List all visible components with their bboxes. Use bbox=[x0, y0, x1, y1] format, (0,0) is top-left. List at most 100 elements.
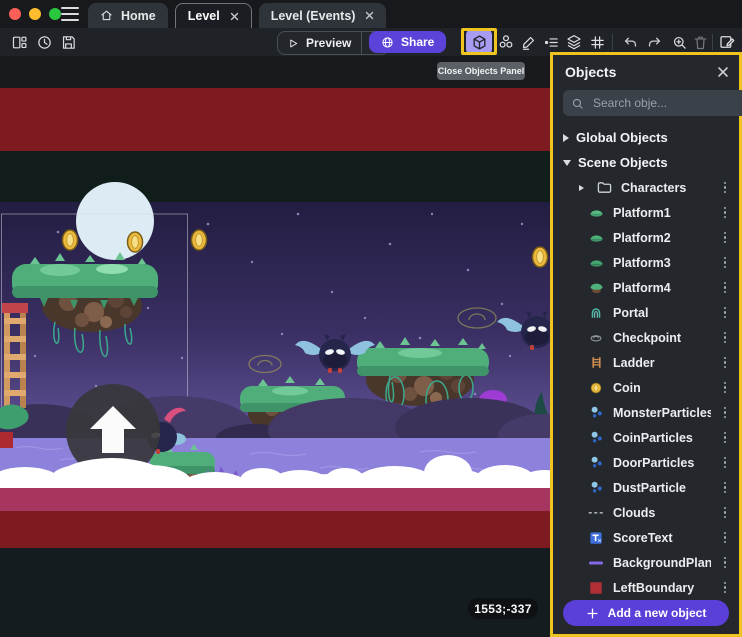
caret-collapsed-icon bbox=[563, 134, 569, 142]
object-list-item-leftboundary[interactable]: LeftBoundary bbox=[553, 575, 739, 596]
object-icon bbox=[587, 455, 605, 471]
object-list-item-monsterparticles[interactable]: MonsterParticles bbox=[553, 400, 739, 425]
layers-icon[interactable] bbox=[563, 31, 585, 53]
item-menu-icon[interactable] bbox=[719, 378, 731, 398]
search-input[interactable] bbox=[591, 95, 742, 111]
objects-panel-icon[interactable] bbox=[466, 29, 492, 55]
search-icon bbox=[571, 97, 584, 110]
item-menu-icon[interactable] bbox=[719, 453, 731, 473]
expand-caret[interactable] bbox=[579, 185, 587, 191]
history-icon[interactable] bbox=[33, 31, 55, 53]
item-menu-icon[interactable] bbox=[719, 303, 731, 323]
moon[interactable] bbox=[76, 182, 154, 260]
section-scene-objects[interactable]: Scene Objects bbox=[553, 150, 739, 175]
ladder-sprite[interactable] bbox=[2, 303, 28, 408]
tab-level-events[interactable]: Level (Events) bbox=[259, 3, 387, 28]
item-menu-icon[interactable] bbox=[719, 528, 731, 548]
top-boundary[interactable] bbox=[0, 88, 550, 151]
minimize-window-button[interactable] bbox=[29, 8, 41, 20]
tab-level[interactable]: Level bbox=[175, 3, 252, 28]
zoom-in-icon[interactable] bbox=[668, 31, 690, 53]
maximize-window-button[interactable] bbox=[49, 8, 61, 20]
search-box[interactable] bbox=[563, 90, 742, 116]
item-menu-icon[interactable] bbox=[719, 428, 731, 448]
object-icon bbox=[587, 205, 605, 221]
close-window-button[interactable] bbox=[9, 8, 21, 20]
add-new-object-button[interactable]: Add a new object bbox=[563, 600, 729, 626]
item-menu-icon[interactable] bbox=[719, 578, 731, 596]
object-icon bbox=[587, 255, 605, 271]
dark-band bbox=[0, 151, 550, 202]
scene-canvas[interactable] bbox=[0, 56, 550, 637]
object-list-item-platform1[interactable]: Platform1 bbox=[553, 200, 739, 225]
edit-scene-icon[interactable] bbox=[716, 31, 738, 53]
item-menu-icon[interactable] bbox=[719, 478, 731, 498]
object-icon bbox=[587, 530, 605, 546]
below-scene bbox=[0, 548, 550, 637]
object-icon bbox=[587, 555, 605, 571]
object-groups-icon[interactable] bbox=[495, 31, 517, 53]
object-list-item-ladder[interactable]: Ladder bbox=[553, 350, 739, 375]
item-menu-icon[interactable] bbox=[719, 278, 731, 298]
object-list-item-doorparticles[interactable]: DoorParticles bbox=[553, 450, 739, 475]
item-menu-icon[interactable] bbox=[719, 178, 731, 198]
object-icon bbox=[587, 480, 605, 496]
item-menu-icon[interactable] bbox=[719, 353, 731, 373]
object-list-item-characters[interactable]: Characters bbox=[553, 175, 739, 200]
close-tab-icon[interactable] bbox=[365, 11, 374, 20]
undo-icon[interactable] bbox=[619, 31, 641, 53]
object-list-item-platform2[interactable]: Platform2 bbox=[553, 225, 739, 250]
object-list-item-coin[interactable]: Coin bbox=[553, 375, 739, 400]
object-list-item-backgroundplants[interactable]: BackgroundPlants bbox=[553, 550, 739, 575]
item-menu-icon[interactable] bbox=[719, 553, 731, 573]
delete-icon[interactable] bbox=[689, 31, 711, 53]
tab-home[interactable]: Home bbox=[88, 3, 168, 28]
project-manager-icon[interactable] bbox=[8, 31, 30, 53]
object-list-item-dustparticle[interactable]: DustParticle bbox=[553, 475, 739, 500]
tooltip: Close Objects Panel bbox=[437, 62, 525, 80]
object-list-item-platform3[interactable]: Platform3 bbox=[553, 250, 739, 275]
object-list-item-platform4[interactable]: Platform4 bbox=[553, 275, 739, 300]
object-icon bbox=[587, 280, 605, 296]
main-menu-icon[interactable] bbox=[61, 7, 79, 21]
item-menu-icon[interactable] bbox=[719, 228, 731, 248]
instances-list-icon[interactable] bbox=[540, 31, 562, 53]
item-menu-icon[interactable] bbox=[719, 328, 731, 348]
edit-icon[interactable] bbox=[517, 31, 539, 53]
redo-icon[interactable] bbox=[643, 31, 665, 53]
section-global-objects[interactable]: Global Objects bbox=[553, 125, 739, 150]
object-list-item-clouds[interactable]: Clouds bbox=[553, 500, 739, 525]
object-icon bbox=[587, 405, 605, 421]
bottom-boundary[interactable] bbox=[0, 511, 550, 548]
objects-tree: Global Objects Scene Objects Characters … bbox=[553, 121, 739, 596]
object-list-item-checkpoint[interactable]: Checkpoint bbox=[553, 325, 739, 350]
close-panel-icon[interactable] bbox=[717, 66, 729, 78]
object-icon bbox=[587, 430, 605, 446]
tab-strip: Home Level Level (Events) bbox=[88, 3, 386, 28]
gdevelop-window: Home Level Level (Events) bbox=[0, 0, 742, 637]
grid-icon[interactable] bbox=[586, 31, 608, 53]
close-tab-icon[interactable] bbox=[230, 12, 239, 21]
plus-icon bbox=[586, 607, 599, 620]
tab-label: Level (Events) bbox=[271, 9, 356, 23]
item-menu-icon[interactable] bbox=[719, 403, 731, 423]
titlebar: Home Level Level (Events) bbox=[0, 0, 742, 28]
share-button[interactable]: Share bbox=[369, 31, 446, 53]
object-list-item-portal[interactable]: Portal bbox=[553, 300, 739, 325]
object-list-item-coinparticles[interactable]: CoinParticles bbox=[553, 425, 739, 450]
left-boundary-sprite[interactable] bbox=[0, 432, 13, 448]
object-list-item-scoretext[interactable]: ScoreText bbox=[553, 525, 739, 550]
share-label: Share bbox=[401, 35, 434, 49]
save-icon[interactable] bbox=[57, 31, 79, 53]
item-menu-icon[interactable] bbox=[719, 253, 731, 273]
item-menu-icon[interactable] bbox=[719, 203, 731, 223]
object-icon bbox=[587, 380, 605, 396]
globe-icon bbox=[381, 36, 394, 49]
caret-expanded-icon bbox=[563, 160, 571, 166]
play-icon bbox=[288, 38, 299, 49]
window-controls bbox=[9, 8, 61, 20]
object-icon bbox=[587, 230, 605, 246]
item-menu-icon[interactable] bbox=[719, 503, 731, 523]
object-icon bbox=[587, 505, 605, 521]
object-icon bbox=[595, 180, 613, 196]
